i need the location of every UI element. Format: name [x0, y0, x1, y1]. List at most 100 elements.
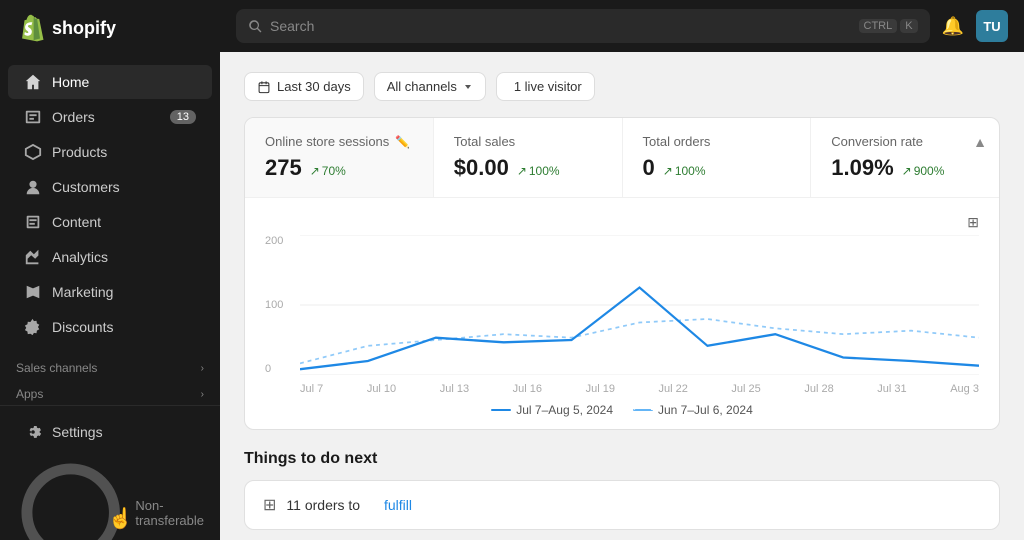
- stat-sales-value: $0.00: [454, 155, 509, 181]
- orders-badge: 13: [170, 110, 196, 124]
- sidebar-item-label: Non-transferable: [135, 498, 204, 528]
- avatar[interactable]: TU: [976, 10, 1008, 42]
- x-label-0: Jul 7: [300, 383, 323, 395]
- sales-channels-chevron-icon: ›: [201, 363, 204, 374]
- topbar: CTRL K 🔔 TU: [220, 0, 1024, 52]
- sidebar-item-discounts[interactable]: Discounts: [8, 310, 212, 344]
- sidebar-bottom: Settings Non-transferable: [0, 405, 220, 540]
- fulfill-link[interactable]: fulfill: [384, 497, 412, 513]
- section-title: Things to do next: [244, 450, 1000, 468]
- sidebar-header: shopify: [0, 0, 220, 56]
- sidebar-item-label: Discounts: [52, 319, 113, 335]
- stat-conversion-value: 1.09%: [831, 155, 893, 181]
- stat-conversion-change: 900%: [902, 164, 945, 178]
- stats-row: Online store sessions ✏️ 275 70% Total s…: [245, 118, 999, 198]
- chart-options-button[interactable]: ⊞: [967, 214, 979, 231]
- chart-area: ⊞ 200 100 0: [245, 198, 999, 429]
- notifications-button[interactable]: 🔔: [942, 16, 964, 37]
- sidebar-item-customers[interactable]: Customers: [8, 170, 212, 204]
- todo-icon: ⊞: [263, 495, 276, 515]
- sidebar-item-label: Content: [52, 214, 101, 230]
- main-content: CTRL K 🔔 TU Last 30 days All channels 1 …: [220, 0, 1024, 540]
- chart-legend: Jul 7–Aug 5, 2024 Jun 7–Jul 6, 2024: [265, 395, 979, 421]
- ctrl-key: CTRL: [859, 19, 898, 33]
- stat-orders-label: Total orders: [643, 134, 791, 149]
- chart-container: 200 100 0: [265, 235, 979, 395]
- sidebar-item-label: Home: [52, 74, 89, 90]
- logo-text: shopify: [52, 18, 116, 39]
- sidebar-item-products[interactable]: Products: [8, 135, 212, 169]
- search-input[interactable]: [270, 18, 851, 34]
- sidebar-nav: Home Orders 13 Products Customers Conten…: [0, 56, 220, 353]
- y-axis-labels: 200 100 0: [265, 235, 295, 375]
- stat-sessions-change: 70%: [310, 164, 346, 178]
- live-visitors-label: 1 live visitor: [514, 79, 582, 94]
- sidebar-item-label: Settings: [52, 424, 103, 440]
- stat-orders-values: 0 100%: [643, 155, 791, 181]
- stat-sales-values: $0.00 100%: [454, 155, 602, 181]
- sidebar-item-label: Marketing: [52, 284, 113, 300]
- stat-conversion-label: Conversion rate: [831, 134, 979, 149]
- stat-total-orders: Total orders 0 100%: [623, 118, 812, 197]
- things-section: Things to do next ⊞ 11 orders to fulfill: [244, 450, 1000, 530]
- stat-sessions: Online store sessions ✏️ 275 70%: [245, 118, 434, 197]
- y-label-200: 200: [265, 235, 295, 247]
- x-label-9: Aug 3: [950, 383, 979, 395]
- chevron-down-icon: [463, 82, 473, 92]
- stat-sales-label: Total sales: [454, 134, 602, 149]
- stat-sessions-values: 275 70%: [265, 155, 413, 181]
- page-area: Last 30 days All channels 1 live visitor…: [220, 52, 1024, 540]
- sidebar: shopify Home Orders 13 Products Customer…: [0, 0, 220, 540]
- x-label-7: Jul 28: [804, 383, 833, 395]
- calendar-icon: [257, 80, 271, 94]
- legend-previous: Jun 7–Jul 6, 2024: [633, 403, 753, 417]
- filter-bar: Last 30 days All channels 1 live visitor: [244, 72, 1000, 101]
- sidebar-item-non-transferable[interactable]: Non-transferable: [0, 450, 220, 540]
- sidebar-item-marketing[interactable]: Marketing: [8, 275, 212, 309]
- stat-sales-change: 100%: [517, 164, 560, 178]
- x-label-5: Jul 22: [659, 383, 688, 395]
- sidebar-item-label: Products: [52, 144, 107, 160]
- x-label-4: Jul 19: [586, 383, 615, 395]
- x-label-6: Jul 25: [731, 383, 760, 395]
- sidebar-item-label: Orders: [52, 109, 95, 125]
- channel-filter[interactable]: All channels: [374, 72, 486, 101]
- stat-sessions-value: 275: [265, 155, 302, 181]
- x-label-3: Jul 16: [513, 383, 542, 395]
- stats-card: Online store sessions ✏️ 275 70% Total s…: [244, 117, 1000, 430]
- x-label-2: Jul 13: [440, 383, 469, 395]
- date-range-label: Last 30 days: [277, 79, 351, 94]
- edit-icon[interactable]: ✏️: [395, 135, 410, 149]
- stat-sessions-label: Online store sessions ✏️: [265, 134, 413, 149]
- channel-label: All channels: [387, 79, 457, 94]
- collapse-button[interactable]: ▲: [973, 134, 987, 150]
- stat-orders-value: 0: [643, 155, 655, 181]
- stat-orders-change: 100%: [663, 164, 706, 178]
- x-axis-labels: Jul 7 Jul 10 Jul 13 Jul 16 Jul 19 Jul 22…: [300, 383, 979, 395]
- x-label-1: Jul 10: [367, 383, 396, 395]
- sidebar-item-orders[interactable]: Orders 13: [8, 100, 212, 134]
- todo-card[interactable]: ⊞ 11 orders to fulfill: [244, 480, 1000, 530]
- stat-conversion-rate: Conversion rate 1.09% 900% ▲: [811, 118, 999, 197]
- stat-conversion-values: 1.09% 900%: [831, 155, 979, 181]
- sidebar-item-home[interactable]: Home: [8, 65, 212, 99]
- todo-text: 11 orders to: [286, 497, 360, 513]
- x-label-8: Jul 31: [877, 383, 906, 395]
- legend-previous-line: [633, 409, 653, 411]
- sidebar-item-analytics[interactable]: Analytics: [8, 240, 212, 274]
- search-shortcut: CTRL K: [859, 19, 918, 33]
- search-icon: [248, 19, 262, 33]
- topbar-actions: 🔔 TU: [942, 10, 1008, 42]
- sidebar-item-content[interactable]: Content: [8, 205, 212, 239]
- k-key: K: [900, 19, 917, 33]
- shopify-logo[interactable]: shopify: [16, 14, 116, 42]
- search-bar[interactable]: CTRL K: [236, 9, 930, 43]
- legend-current-line: [491, 409, 511, 411]
- sidebar-item-label: Customers: [52, 179, 120, 195]
- sidebar-item-settings[interactable]: Settings: [8, 415, 212, 449]
- date-range-filter[interactable]: Last 30 days: [244, 72, 364, 101]
- sidebar-item-label: Analytics: [52, 249, 108, 265]
- y-label-100: 100: [265, 299, 295, 311]
- sales-channels-section[interactable]: Sales channels ›: [0, 353, 220, 379]
- apps-section[interactable]: Apps ›: [0, 379, 220, 405]
